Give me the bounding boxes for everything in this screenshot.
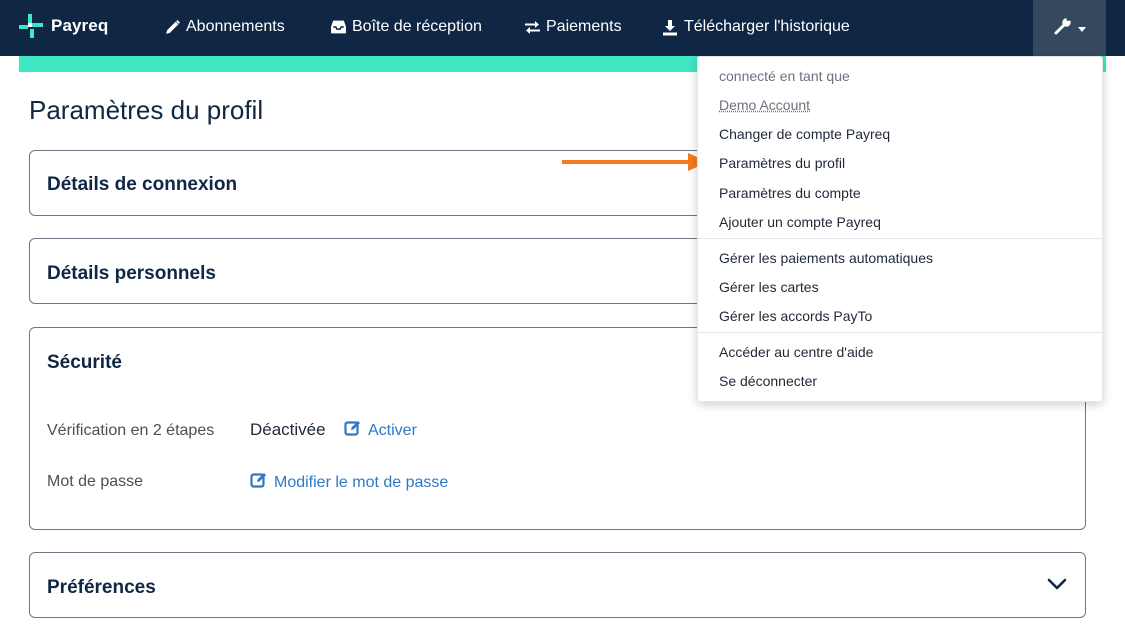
chevron-down-icon[interactable] — [1047, 577, 1067, 595]
top-navbar: Payreq Abonnements Boîte de réception Pa… — [0, 0, 1125, 56]
payreq-logo-icon — [19, 14, 43, 38]
two-step-status: Déactivée — [250, 420, 326, 439]
menu-item-help-center[interactable]: Accéder au centre d'aide — [719, 344, 873, 360]
nav-abonnements-label: Abonnements — [186, 18, 285, 35]
menu-divider — [698, 332, 1102, 333]
menu-item-logout[interactable]: Se déconnecter — [719, 373, 817, 389]
page-title: Paramètres du profil — [29, 95, 264, 125]
user-dropdown-menu: connecté en tant que Demo Account Change… — [697, 56, 1103, 402]
brand-logo-link[interactable]: Payreq — [19, 13, 108, 39]
swap-arrows-icon — [523, 18, 541, 36]
nav-download-history[interactable]: Télécharger l'historique — [661, 16, 850, 38]
wrench-icon — [1054, 16, 1072, 40]
account-name-link[interactable]: Demo Account — [719, 97, 810, 113]
nav-inbox-label: Boîte de réception — [352, 18, 482, 35]
enable-two-step-label: Activer — [368, 421, 417, 439]
caret-down-icon — [1077, 19, 1086, 37]
menu-divider — [698, 238, 1102, 239]
change-password-link[interactable]: Modifier le mot de passe — [250, 471, 448, 494]
nav-paiements-label: Paiements — [546, 18, 622, 35]
menu-item-payto-agreements[interactable]: Gérer les accords PayTo — [719, 308, 872, 324]
download-icon — [661, 18, 679, 36]
change-password-label: Modifier le mot de passe — [274, 473, 449, 491]
preferences-title: Préférences — [47, 577, 156, 598]
menu-item-add-account[interactable]: Ajouter un compte Payreq — [719, 214, 881, 230]
pencil-icon — [163, 18, 181, 36]
inbox-icon — [329, 18, 347, 36]
menu-item-profile-settings[interactable]: Paramètres du profil — [719, 155, 845, 171]
security-title: Sécurité — [47, 352, 122, 373]
nav-paiements[interactable]: Paiements — [523, 16, 622, 38]
two-step-label: Vérification en 2 étapes — [47, 422, 215, 439]
login-details-title: Détails de connexion — [47, 174, 238, 195]
annotation-arrow — [562, 152, 712, 179]
edit-icon — [250, 471, 274, 494]
edit-icon — [344, 419, 368, 442]
nav-abonnements[interactable]: Abonnements — [163, 16, 285, 38]
nav-download-history-label: Télécharger l'historique — [684, 18, 850, 35]
personal-details-title: Détails personnels — [47, 263, 216, 284]
menu-item-auto-payments[interactable]: Gérer les paiements automatiques — [719, 250, 933, 266]
preferences-card[interactable]: Préférences — [29, 552, 1086, 618]
signed-in-as-label: connecté en tant que — [719, 68, 850, 84]
nav-inbox[interactable]: Boîte de réception — [329, 16, 482, 38]
enable-two-step-link[interactable]: Activer — [344, 419, 417, 442]
page: Payreq Abonnements Boîte de réception Pa… — [0, 0, 1125, 625]
brand-name: Payreq — [51, 16, 109, 35]
menu-item-cards[interactable]: Gérer les cartes — [719, 279, 819, 295]
menu-item-switch-account[interactable]: Changer de compte Payreq — [719, 126, 890, 142]
menu-item-account-settings[interactable]: Paramètres du compte — [719, 185, 861, 201]
password-label: Mot de passe — [47, 473, 144, 490]
tools-menu-toggle[interactable] — [1033, 0, 1106, 56]
